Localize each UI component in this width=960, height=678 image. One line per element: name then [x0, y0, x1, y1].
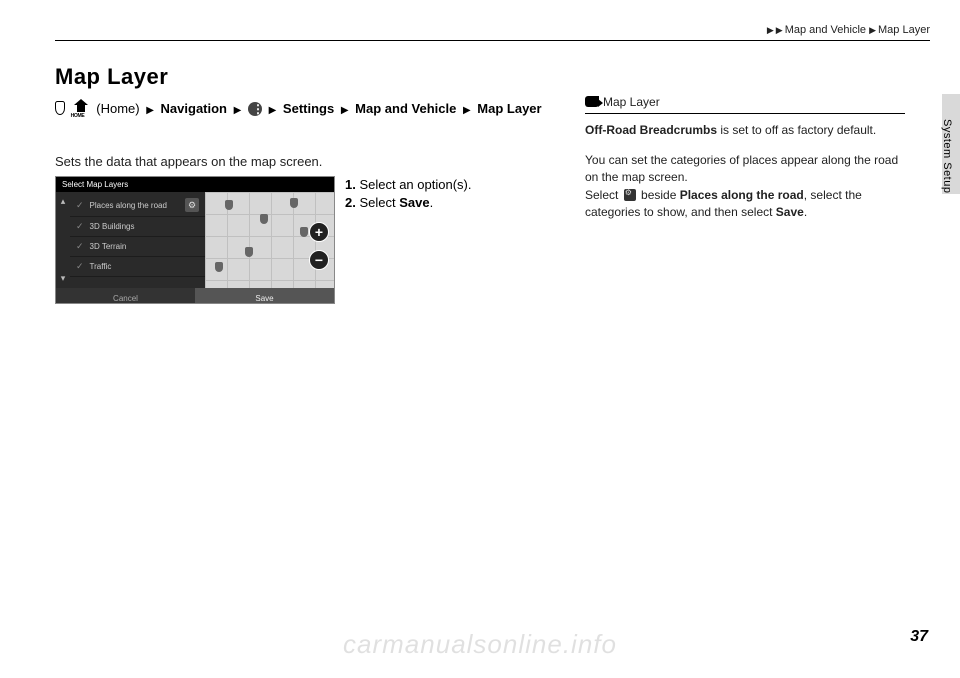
list-item-label: Traffic — [90, 262, 112, 271]
page-number: 37 — [910, 628, 928, 646]
step-1: 1. Select an option(s). — [345, 176, 575, 194]
home-icon — [73, 102, 89, 116]
nav-path: (Home) ▶ Navigation ▶ ▶ Settings ▶ Map a… — [55, 100, 565, 119]
sidebar-text: is set to off as factory default. — [717, 123, 876, 137]
description-text: Sets the data that appears on the map sc… — [55, 154, 322, 169]
chevron-right-icon: ▶ — [338, 105, 352, 116]
check-icon: ✓ — [76, 241, 84, 252]
screenshot-select-map-layers: Select Map Layers ▴ ▾ ✓ Places along the … — [55, 176, 335, 304]
sidebar-text: Select — [585, 188, 622, 202]
check-icon: ✓ — [76, 200, 84, 211]
scroll-up-icon[interactable]: ▴ — [61, 196, 66, 207]
note-icon — [585, 96, 599, 107]
check-icon: ✓ — [76, 261, 84, 272]
screenshot-header: Select Map Layers — [56, 177, 334, 192]
list-item[interactable]: ✓ 3D Terrain — [70, 237, 205, 257]
breadcrumb-level-1: Map and Vehicle — [785, 24, 866, 36]
sidebar-text: beside — [638, 188, 680, 202]
divider — [55, 40, 930, 41]
procedure-steps: 1. Select an option(s). 2. Select Save. — [345, 176, 575, 212]
sidebar-bold: Save — [776, 205, 804, 219]
gear-icon[interactable] — [185, 198, 199, 212]
breadcrumb-level-2: Map Layer — [878, 24, 930, 36]
chevron-right-icon: ▶ — [460, 105, 474, 116]
chevron-right-icon: ▶ — [143, 105, 157, 116]
gear-icon — [624, 189, 636, 201]
page-title: Map Layer — [55, 64, 168, 90]
path-map-layer: Map Layer — [477, 101, 541, 116]
cancel-button[interactable]: Cancel — [56, 288, 195, 304]
layer-list: ✓ Places along the road ✓ 3D Buildings ✓ 3D… — [70, 192, 205, 288]
sidebar-bold: Off-Road Breadcrumbs — [585, 123, 717, 137]
chevron-right-icon: ▶ — [767, 25, 776, 35]
list-item[interactable]: ✓ Places along the road — [70, 194, 205, 217]
sidebar-heading: Map Layer — [585, 94, 905, 114]
save-button[interactable]: Save — [195, 288, 334, 304]
chevron-right-icon: ▶ — [869, 25, 878, 35]
list-item-label: 3D Buildings — [90, 222, 135, 231]
scroll-down-icon[interactable]: ▾ — [61, 273, 66, 284]
step-text: . — [430, 195, 434, 210]
step-number: 1. — [345, 177, 356, 192]
select-cursor-icon — [55, 101, 65, 115]
chevron-right-icon: ▶ — [266, 105, 280, 116]
breadcrumb: ▶▶Map and Vehicle ▶Map Layer — [767, 24, 930, 36]
chevron-right-icon: ▶ — [776, 25, 785, 35]
sidebar-paragraph: You can set the categories of places app… — [585, 152, 905, 187]
chevron-right-icon: ▶ — [231, 105, 245, 116]
sidebar-note: Map Layer Off-Road Breadcrumbs is set to… — [585, 94, 905, 221]
section-tab-label: System Setup — [941, 119, 953, 193]
step-number: 2. — [345, 195, 356, 210]
step-text: Select — [356, 195, 399, 210]
path-navigation: Navigation — [161, 101, 227, 116]
path-home-label: (Home) — [96, 101, 139, 116]
menu-dots-icon — [248, 102, 262, 116]
zoom-out-button[interactable]: − — [309, 250, 329, 270]
list-item-label: 3D Terrain — [90, 242, 127, 251]
screenshot-map-area: + − — [205, 192, 334, 288]
sidebar-paragraph: Select beside Places along the road, sel… — [585, 187, 905, 222]
zoom-in-button[interactable]: + — [309, 222, 329, 242]
list-item[interactable]: ✓ Traffic — [70, 257, 205, 277]
check-icon: ✓ — [76, 221, 84, 232]
path-settings: Settings — [283, 101, 334, 116]
scroll-arrows[interactable]: ▴ ▾ — [56, 192, 70, 288]
step-text: Select an option(s). — [356, 177, 472, 192]
sidebar-bold: Places along the road — [680, 188, 804, 202]
path-map-and-vehicle: Map and Vehicle — [355, 101, 456, 116]
step-save-label: Save — [399, 195, 429, 210]
list-item-label: Places along the road — [90, 201, 167, 210]
sidebar-paragraph: Off-Road Breadcrumbs is set to off as fa… — [585, 122, 905, 139]
sidebar-text: . — [804, 205, 807, 219]
sidebar-title: Map Layer — [603, 95, 660, 109]
list-item[interactable]: ✓ 3D Buildings — [70, 217, 205, 237]
step-2: 2. Select Save. — [345, 194, 575, 212]
